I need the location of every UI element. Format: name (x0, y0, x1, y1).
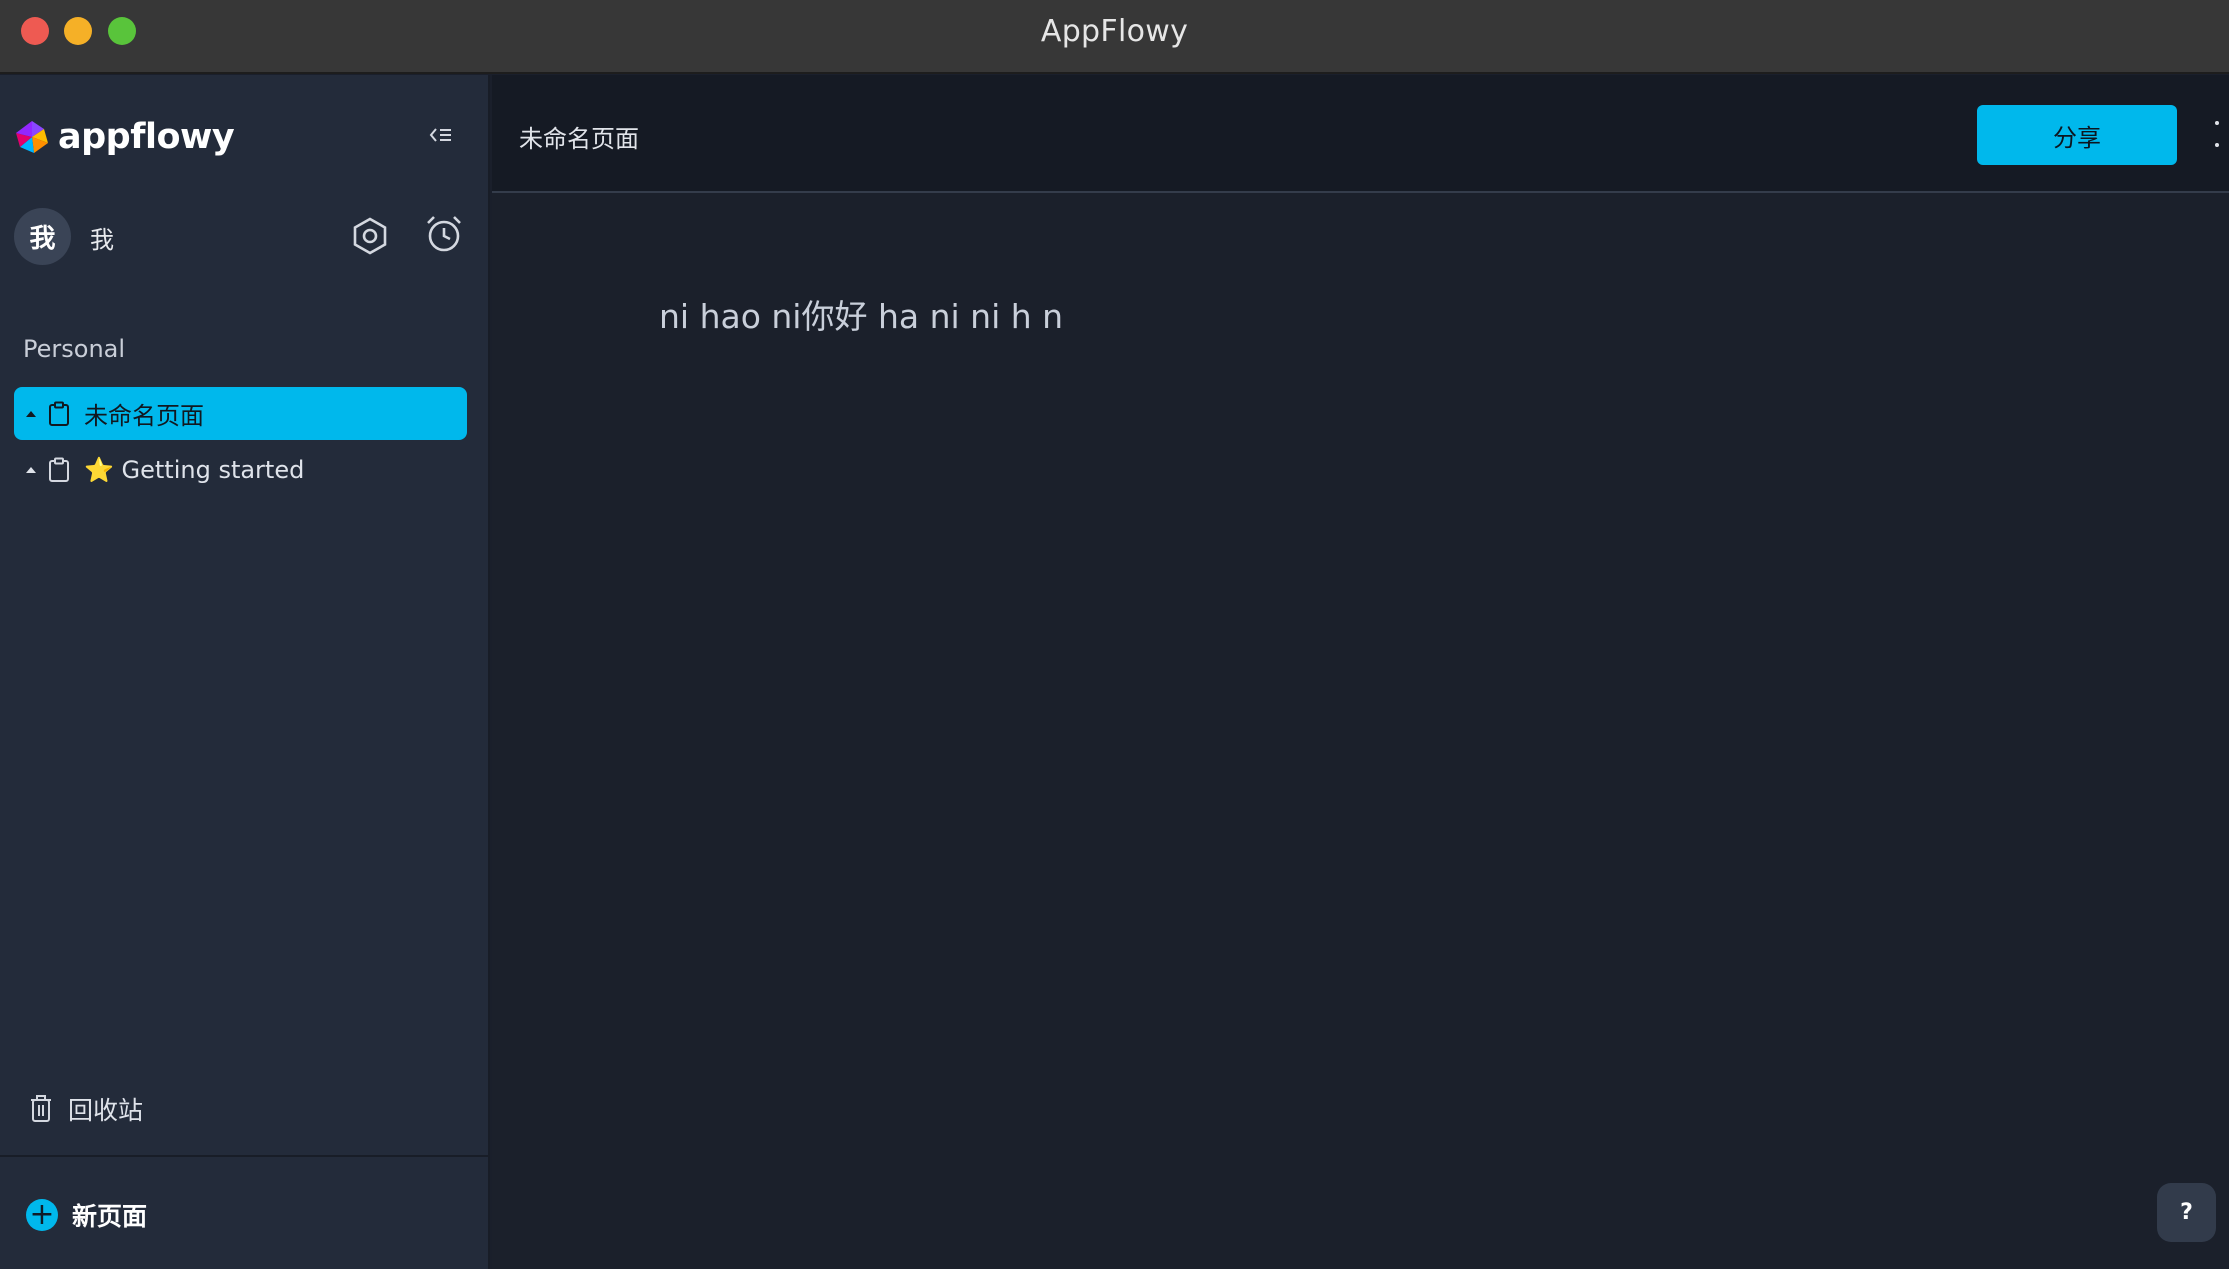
sidebar-page-label: ⭐ Getting started (84, 455, 305, 484)
trash-icon (31, 1095, 51, 1122)
settings-hexagon-icon (353, 217, 387, 255)
more-options-icon[interactable] (2212, 121, 2222, 147)
sidebar-page-label: 未命名页面 (84, 402, 204, 430)
collapse-sidebar-button[interactable] (424, 118, 458, 152)
alarm-clock-icon (427, 216, 461, 252)
window-titlebar: AppFlowy (0, 0, 2229, 74)
document-icon (48, 401, 70, 427)
avatar[interactable]: 我 (14, 208, 71, 265)
section-label-personal: Personal (23, 335, 126, 363)
plus-icon: + (26, 1199, 58, 1231)
help-button[interactable]: ? (2157, 1183, 2216, 1242)
settings-button[interactable] (350, 214, 390, 258)
main-content: 未命名页面 分享 ni hao ni你好 ha ni ni h n ? (492, 75, 2229, 1269)
sidebar-page-item[interactable]: ⭐ Getting started (14, 443, 467, 496)
window-title: AppFlowy (1040, 14, 1189, 49)
appflowy-logo-icon (16, 121, 48, 153)
document-icon (48, 457, 70, 483)
document-text[interactable]: ni hao ni你好 ha ni ni h n (659, 290, 1063, 338)
sidebar-divider (0, 1155, 490, 1157)
sidebar-page-item[interactable]: 未命名页面 (14, 387, 467, 440)
trash-button[interactable]: 回收站 (30, 1091, 143, 1127)
app-logo: appflowy (14, 117, 235, 157)
logo-text: appflowy (58, 117, 235, 157)
main-header: 未命名页面 分享 (492, 75, 2229, 193)
expand-caret-icon[interactable] (26, 410, 36, 417)
user-name: 我 (90, 226, 114, 254)
collapse-sidebar-icon (429, 128, 451, 142)
notifications-button[interactable] (422, 212, 466, 256)
page-title: 未命名页面 (519, 125, 639, 153)
share-button[interactable]: 分享 (1977, 105, 2177, 165)
new-page-button[interactable]: + 新页面 (26, 1197, 147, 1233)
new-page-label: 新页面 (72, 1202, 148, 1231)
expand-caret-icon[interactable] (26, 466, 36, 473)
trash-label: 回收站 (68, 1096, 144, 1125)
sidebar: appflowy 我 我 Personal 未命名页面 ⭐ Getting st… (0, 75, 490, 1269)
